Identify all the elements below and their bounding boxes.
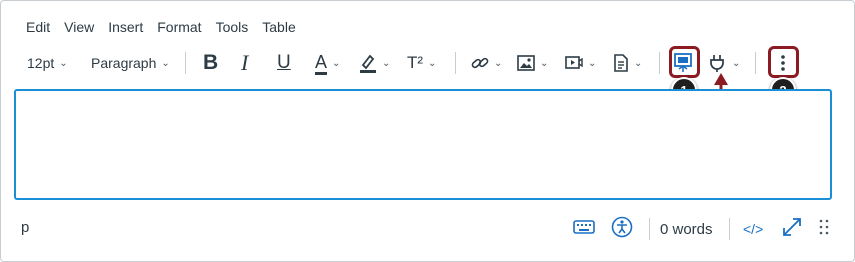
html-icon: </>	[743, 221, 764, 237]
accessibility-icon	[611, 216, 633, 243]
italic-icon: I	[241, 50, 249, 75]
chevron-down-icon: ⌄	[382, 57, 391, 69]
italic-button[interactable]: I	[241, 49, 248, 77]
statusbar-divider	[649, 218, 650, 240]
image-button[interactable]: ⌄	[517, 49, 548, 77]
bold-icon: B	[203, 51, 219, 74]
html-editor-toggle[interactable]: </>	[743, 215, 763, 243]
highlight-color-button[interactable]: ⌄	[359, 49, 390, 77]
chevron-down-icon: ⌄	[59, 57, 68, 69]
statusbar-divider	[729, 218, 730, 240]
chevron-down-icon: ⌄	[634, 57, 643, 69]
underline-icon: U	[277, 52, 291, 73]
chevron-down-icon: ⌄	[332, 57, 341, 69]
menu-tools[interactable]: Tools	[209, 17, 256, 37]
bold-button[interactable]: B	[203, 49, 218, 77]
superscript-icon: T²	[407, 53, 424, 72]
text-color-button[interactable]: A ⌄	[315, 49, 340, 77]
menubar: Edit View Insert Format Tools Table	[15, 17, 303, 37]
word-count: 0 words	[660, 220, 713, 238]
chevron-down-icon: ⌄	[732, 57, 741, 69]
font-size-label: 12pt	[27, 55, 55, 71]
more-highlight-box	[768, 46, 799, 78]
superscript-button[interactable]: T² ⌄	[407, 49, 436, 77]
fullscreen-button[interactable]	[781, 215, 803, 243]
chevron-down-icon: ⌄	[428, 57, 437, 69]
menu-table[interactable]: Table	[255, 17, 302, 37]
text-color-icon: A	[315, 52, 328, 75]
block-format-label: Paragraph	[91, 55, 157, 71]
statusbar: p 0 words </>	[1, 209, 854, 249]
toolbar-divider	[659, 52, 660, 74]
keyboard-shortcuts-button[interactable]	[573, 215, 595, 243]
keyboard-icon	[573, 219, 595, 240]
rich-content-editor: Edit View Insert Format Tools Table 12pt…	[0, 0, 855, 262]
word-count-button[interactable]: 0 words	[660, 215, 713, 243]
link-icon	[471, 54, 489, 72]
toolbar-divider	[755, 52, 756, 74]
document-icon	[613, 54, 629, 72]
underline-button[interactable]: U	[277, 49, 291, 77]
document-button[interactable]: ⌄	[613, 49, 642, 77]
resize-handle-icon	[819, 218, 829, 241]
link-button[interactable]: ⌄	[471, 49, 502, 77]
toolbar-divider	[185, 52, 186, 74]
media-icon	[565, 55, 583, 71]
chevron-down-icon: ⌄	[494, 57, 503, 69]
chevron-down-icon: ⌄	[161, 57, 170, 69]
accessibility-checker-button[interactable]	[611, 215, 633, 243]
plugin-icon	[709, 53, 727, 73]
element-path[interactable]: p	[21, 219, 29, 236]
resize-handle[interactable]	[819, 215, 829, 243]
menu-view[interactable]: View	[57, 17, 101, 37]
menu-format[interactable]: Format	[150, 17, 208, 37]
media-button[interactable]: ⌄	[565, 49, 596, 77]
font-size-dropdown[interactable]: 12pt ⌄	[27, 49, 68, 77]
fullscreen-icon	[781, 216, 803, 243]
toolbar-divider	[455, 52, 456, 74]
menu-insert[interactable]: Insert	[101, 17, 150, 37]
image-icon	[517, 55, 535, 71]
chevron-down-icon: ⌄	[588, 57, 597, 69]
chevron-down-icon: ⌄	[540, 57, 549, 69]
editor-content-area[interactable]	[14, 89, 832, 200]
highlight-icon	[359, 53, 377, 73]
apps-highlight-box	[669, 46, 700, 78]
block-format-dropdown[interactable]: Paragraph ⌄	[91, 49, 170, 77]
menu-edit[interactable]: Edit	[15, 17, 57, 37]
